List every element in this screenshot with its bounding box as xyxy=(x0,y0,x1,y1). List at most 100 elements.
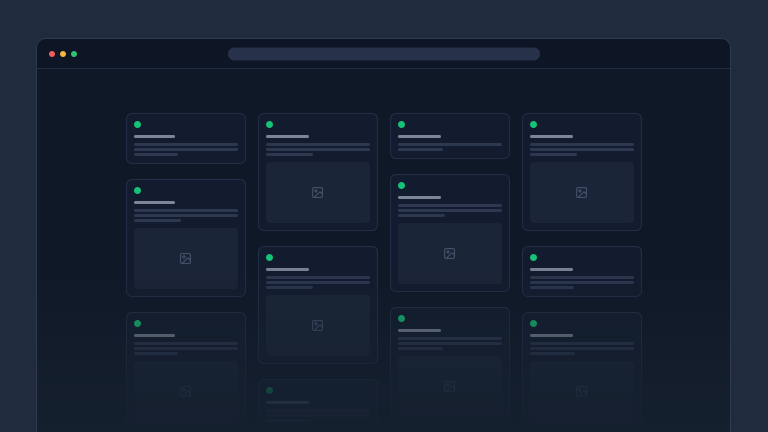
image-placeholder xyxy=(134,361,238,422)
skeleton-line xyxy=(134,214,238,217)
card[interactable] xyxy=(258,379,378,432)
card[interactable] xyxy=(258,246,378,364)
status-dot-icon xyxy=(530,320,537,327)
skeleton-line xyxy=(266,276,370,279)
image-icon xyxy=(443,380,456,393)
skeleton-title xyxy=(398,196,442,199)
image-placeholder xyxy=(398,356,502,417)
card[interactable] xyxy=(390,174,510,292)
skeleton-line xyxy=(266,153,314,156)
image-icon xyxy=(575,385,588,398)
skeleton-title xyxy=(398,135,442,138)
skeleton-line xyxy=(134,342,238,345)
image-icon xyxy=(575,186,588,199)
content-area xyxy=(37,69,730,432)
image-icon xyxy=(311,319,324,332)
card[interactable] xyxy=(126,312,246,430)
skeleton-line xyxy=(398,342,502,345)
card[interactable] xyxy=(126,113,246,164)
masonry-grid xyxy=(126,113,642,432)
image-placeholder xyxy=(398,223,502,284)
skeleton-line xyxy=(398,209,502,212)
traffic-light-minimize-icon[interactable] xyxy=(60,51,66,57)
status-dot-icon xyxy=(530,254,537,261)
skeleton-line xyxy=(398,214,446,217)
image-placeholder xyxy=(134,228,238,289)
card[interactable] xyxy=(522,113,642,231)
skeleton-line xyxy=(266,143,370,146)
skeleton-line xyxy=(530,342,634,345)
skeleton-line xyxy=(398,148,444,151)
card[interactable] xyxy=(126,179,246,297)
titlebar xyxy=(37,39,730,69)
skeleton-line xyxy=(398,143,502,146)
skeleton-line xyxy=(398,204,502,207)
status-dot-icon xyxy=(134,187,141,194)
grid-column-4 xyxy=(522,113,642,430)
skeleton-line xyxy=(530,347,634,350)
skeleton-line xyxy=(398,347,444,350)
image-icon xyxy=(179,385,192,398)
skeleton-line xyxy=(530,153,578,156)
address-bar[interactable] xyxy=(228,47,540,60)
status-dot-icon xyxy=(398,182,405,189)
skeleton-line xyxy=(530,281,634,284)
skeleton-line xyxy=(266,281,370,284)
status-dot-icon xyxy=(530,121,537,128)
card[interactable] xyxy=(390,307,510,425)
image-placeholder xyxy=(266,428,370,432)
skeleton-title xyxy=(134,135,176,138)
browser-window xyxy=(36,38,731,432)
skeleton-line xyxy=(134,143,238,146)
skeleton-line xyxy=(530,148,634,151)
status-dot-icon xyxy=(266,387,273,394)
skeleton-line xyxy=(530,143,634,146)
skeleton-line xyxy=(134,153,179,156)
skeleton-title xyxy=(134,334,176,337)
skeleton-line xyxy=(398,337,502,340)
skeleton-line xyxy=(134,352,179,355)
card[interactable] xyxy=(522,312,642,430)
status-dot-icon xyxy=(398,315,405,322)
skeleton-line xyxy=(266,409,370,412)
skeleton-title xyxy=(530,334,574,337)
skeleton-line xyxy=(266,419,312,422)
grid-column-2 xyxy=(258,113,378,432)
traffic-light-maximize-icon[interactable] xyxy=(71,51,77,57)
card[interactable] xyxy=(258,113,378,231)
skeleton-line xyxy=(134,219,182,222)
skeleton-title xyxy=(530,135,574,138)
skeleton-title xyxy=(266,135,310,138)
skeleton-line xyxy=(266,286,314,289)
image-icon xyxy=(311,186,324,199)
card[interactable] xyxy=(390,113,510,159)
status-dot-icon xyxy=(266,254,273,261)
status-dot-icon xyxy=(266,121,273,128)
image-icon xyxy=(179,252,192,265)
skeleton-line xyxy=(134,209,238,212)
skeleton-title xyxy=(134,201,176,204)
image-placeholder xyxy=(266,162,370,223)
image-placeholder xyxy=(266,295,370,356)
status-dot-icon xyxy=(134,121,141,128)
skeleton-line xyxy=(530,352,576,355)
skeleton-line xyxy=(134,347,238,350)
status-dot-icon xyxy=(134,320,141,327)
skeleton-line xyxy=(134,148,238,151)
skeleton-title xyxy=(266,401,310,404)
skeleton-title xyxy=(398,329,442,332)
card[interactable] xyxy=(522,246,642,297)
status-dot-icon xyxy=(398,121,405,128)
traffic-light-close-icon[interactable] xyxy=(49,51,55,57)
skeleton-line xyxy=(530,286,575,289)
image-placeholder xyxy=(530,361,634,422)
skeleton-line xyxy=(530,276,634,279)
image-placeholder xyxy=(530,162,634,223)
skeleton-title xyxy=(266,268,310,271)
skeleton-line xyxy=(266,414,370,417)
page-background: { "theme": { "page_bg": "#202c3e", "wind… xyxy=(0,0,768,432)
skeleton-line xyxy=(266,148,370,151)
grid-column-1 xyxy=(126,113,246,430)
grid-column-3 xyxy=(390,113,510,425)
window-controls xyxy=(49,51,77,57)
